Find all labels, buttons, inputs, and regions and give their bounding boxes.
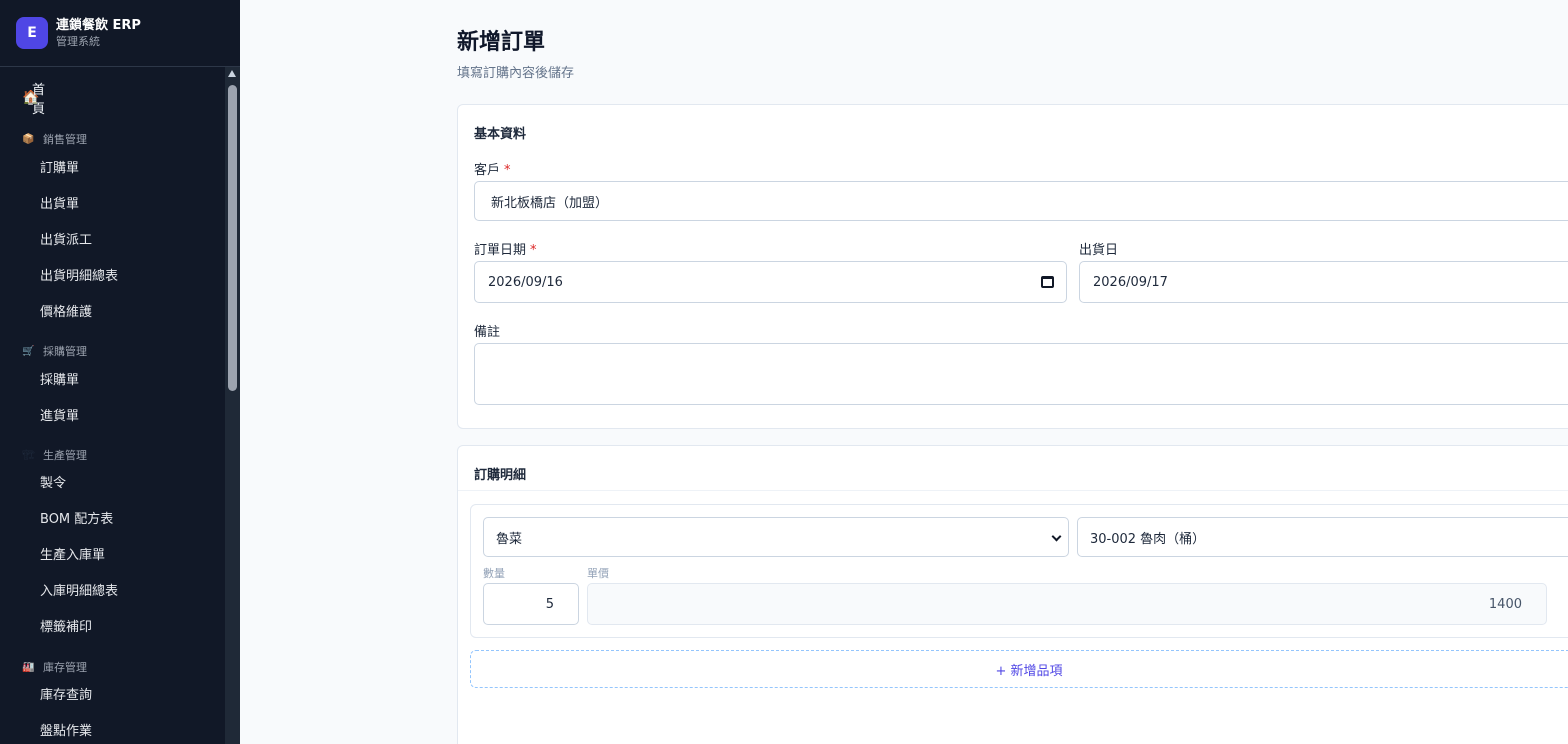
crane-icon: 🏗: [22, 449, 35, 461]
sidebar-item-label: 首頁: [32, 83, 46, 117]
quantity-input[interactable]: 5: [483, 583, 579, 625]
basic-info-card: 基本資料 客戶 * 新北板橋店（加盟） 訂單日期 * 2026/09/16 出貨日 …: [457, 104, 1568, 429]
sidebar-group-label: 採購管理: [43, 345, 87, 358]
order-date-input[interactable]: 2026/09/16: [474, 261, 1067, 303]
brand-title: 連鎖餐飲 ERP: [56, 17, 141, 33]
sidebar-item-shipment-summary[interactable]: 出貨明細總表: [40, 267, 118, 287]
ship-date-input[interactable]: 2026/09/17: [1079, 261, 1568, 303]
main-content: 新增訂單 填寫訂購內容後儲存 基本資料 客戶 * 新北板橋店（加盟） 訂單日期 * …: [240, 0, 1568, 744]
sidebar-item-shipments[interactable]: 出貨單: [40, 195, 79, 215]
customer-value: 新北板橋店（加盟）: [491, 195, 609, 211]
sidebar-group-purchasing[interactable]: 🛒 採購管理: [22, 342, 87, 360]
brand: E 連鎖餐飲 ERP 管理系統: [0, 0, 240, 67]
category-select[interactable]: 魯菜: [483, 517, 1069, 557]
scrollbar-thumb[interactable]: [228, 85, 237, 391]
section-title: 訂購明細: [474, 468, 527, 483]
sidebar-item-inventory-query[interactable]: 庫存查詢: [40, 686, 92, 706]
sidebar-group-label: 生產管理: [43, 449, 87, 462]
sidebar-item-stocktake[interactable]: 盤點作業: [40, 722, 92, 742]
ship-date-value: 2026/09/17: [1093, 274, 1168, 290]
sidebar-group-sales[interactable]: 📦 銷售管理: [22, 130, 87, 148]
sidebar-item-purchase-orders[interactable]: 採購單: [40, 371, 79, 391]
unit-price-input: 1400: [587, 583, 1547, 625]
brand-logo: E: [16, 17, 48, 49]
calendar-icon[interactable]: [1041, 276, 1054, 288]
sidebar-item-label-reprint[interactable]: 標籤補印: [40, 618, 92, 638]
category-value: 魯菜: [496, 531, 523, 547]
order-date-label: 訂單日期 *: [474, 243, 537, 258]
unit-price-value: 1400: [1488, 596, 1522, 612]
chevron-down-icon: [1051, 531, 1062, 542]
ship-date-label: 出貨日: [1079, 243, 1119, 258]
cart-icon: 🛒: [22, 345, 35, 357]
section-title: 基本資料: [474, 127, 527, 142]
sidebar: E 連鎖餐飲 ERP 管理系統 🏠 首頁 📦 銷售管理 訂購單 出貨單 出貨派工…: [0, 0, 240, 744]
add-item-button[interactable]: + 新增品項: [470, 650, 1568, 688]
sidebar-group-inventory[interactable]: 🏭 庫存管理: [22, 658, 87, 676]
quantity-value: 5: [545, 596, 554, 612]
factory-icon: 🏭: [22, 661, 35, 673]
sidebar-nav: 🏠 首頁 📦 銷售管理 訂購單 出貨單 出貨派工 出貨明細總表 價格維護 🛒 採…: [0, 67, 225, 744]
order-date-value: 2026/09/16: [488, 274, 563, 290]
section-header: 訂購明細: [458, 446, 1568, 491]
customer-select[interactable]: 新北板橋店（加盟）: [474, 181, 1568, 221]
required-mark: *: [504, 163, 511, 178]
page-title: 新增訂單: [457, 30, 546, 55]
note-textarea[interactable]: [474, 343, 1568, 405]
order-line-item: 魯菜 30-002 魯肉（桶） 數量 單價 5 1400: [470, 504, 1568, 638]
sidebar-scrollbar[interactable]: [225, 67, 240, 744]
order-details-card: 訂購明細 魯菜 30-002 魯肉（桶） 數量 單價 5 1400 + 新增品項: [457, 445, 1568, 744]
sidebar-group-label: 銷售管理: [43, 133, 87, 146]
sidebar-item-bom[interactable]: BOM 配方表: [40, 510, 113, 530]
note-label: 備註: [474, 325, 501, 340]
sidebar-group-label: 庫存管理: [43, 661, 87, 674]
product-value: 30-002 魯肉（桶）: [1090, 531, 1206, 547]
sidebar-item-production-receipts[interactable]: 生產入庫單: [40, 546, 105, 566]
brand-subtitle: 管理系統: [56, 34, 100, 48]
package-icon: 📦: [22, 133, 35, 145]
product-select[interactable]: 30-002 魯肉（桶）: [1077, 517, 1568, 557]
sidebar-group-production[interactable]: 🏗 生產管理: [22, 446, 87, 464]
sidebar-item-dispatch[interactable]: 出貨派工: [40, 231, 92, 251]
scroll-up-arrow-icon[interactable]: [228, 70, 236, 77]
unit-price-label: 單價: [587, 567, 609, 580]
sidebar-item-receipt-summary[interactable]: 入庫明細總表: [40, 582, 118, 602]
page-subtitle: 填寫訂購內容後儲存: [457, 66, 575, 81]
required-mark: *: [530, 243, 537, 258]
sidebar-item-orders[interactable]: 訂購單: [40, 159, 79, 179]
customer-label: 客戶 *: [474, 163, 511, 178]
sidebar-item-work-orders[interactable]: 製令: [40, 474, 66, 494]
sidebar-item-receipts[interactable]: 進貨單: [40, 407, 79, 427]
sidebar-item-home[interactable]: 🏠 首頁: [22, 83, 45, 117]
sidebar-item-price-maintenance[interactable]: 價格維護: [40, 303, 92, 323]
quantity-label: 數量: [483, 567, 505, 580]
